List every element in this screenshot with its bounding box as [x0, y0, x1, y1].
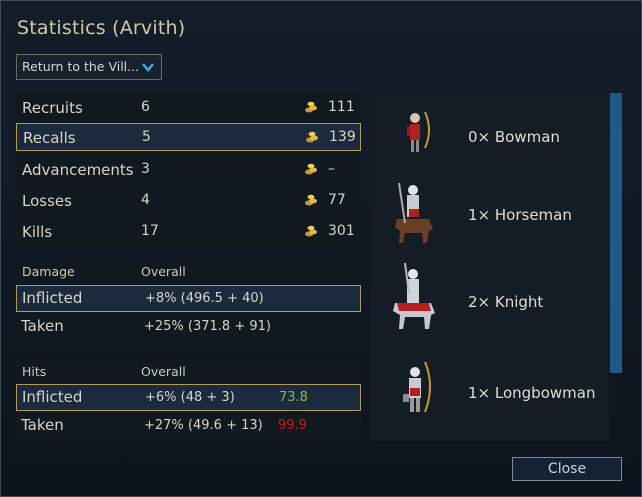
unit-row-knight[interactable]: 2× Knight: [371, 263, 609, 343]
damage-row-taken[interactable]: Taken +25% (371.8 + 91): [16, 314, 361, 341]
chevron-down-icon: [142, 63, 154, 72]
stats-row-advancements[interactable]: Advancements 3 –: [16, 156, 361, 184]
stat-count: 17: [141, 223, 159, 239]
knight-sprite-icon: [393, 263, 435, 329]
summary-stats-panel: Recruits 6 111 Recalls 5 139 Advancement…: [16, 93, 361, 248]
gold-icon: [305, 225, 317, 237]
unit-name: 0× Bowman: [468, 128, 560, 146]
hits-taken-expected: 99.9: [278, 418, 307, 433]
gold-icon: [305, 101, 317, 113]
gold-icon: [306, 131, 318, 143]
stat-gold: 111: [328, 99, 355, 115]
damage-taken-value: +25% (371.8 + 91): [144, 319, 271, 334]
hits-row-inflicted[interactable]: Inflicted +6% (48 + 3) 73.8: [16, 384, 361, 411]
damage-inflicted-value: +8% (496.5 + 40): [145, 291, 264, 306]
hits-header: Hits: [22, 364, 47, 379]
stat-count: 4: [141, 192, 150, 208]
stat-label: Kills: [22, 223, 53, 241]
bowman-sprite-icon: [407, 111, 430, 152]
gold-icon: [305, 194, 317, 206]
hits-inflicted-label: Inflicted: [22, 388, 83, 406]
hits-taken-value: +27% (49.6 + 13): [144, 418, 263, 433]
scenario-dropdown[interactable]: Return to the Vill...: [16, 54, 162, 80]
stat-gold: –: [328, 161, 335, 177]
hits-inflicted-expected: 73.8: [279, 390, 308, 405]
damage-taken-label: Taken: [21, 317, 64, 335]
stat-gold: 139: [329, 129, 356, 145]
unit-name: 1× Horseman: [468, 206, 572, 224]
units-scrollbar[interactable]: [610, 93, 622, 373]
stat-label: Recruits: [22, 99, 83, 117]
unit-name: 2× Knight: [468, 293, 544, 311]
stat-gold: 77: [328, 192, 346, 208]
damage-column-header: Overall: [141, 264, 186, 279]
damage-row-inflicted[interactable]: Inflicted +8% (496.5 + 40): [16, 285, 361, 312]
units-list: 0× Bowman 1× Horseman 2× Knight 1× Longb…: [371, 93, 609, 441]
hits-row-taken[interactable]: Taken +27% (49.6 + 13) 99.9: [16, 413, 361, 440]
unit-row-horseman[interactable]: 1× Horseman: [371, 179, 609, 259]
longbowman-sprite-icon: [403, 361, 431, 413]
damage-panel: Damage Overall Inflicted +8% (496.5 + 40…: [16, 260, 361, 338]
stats-row-kills[interactable]: Kills 17 301: [16, 218, 361, 246]
hits-taken-label: Taken: [21, 416, 64, 434]
close-button[interactable]: Close: [512, 457, 622, 481]
stat-count: 3: [141, 161, 150, 177]
hits-column-header: Overall: [141, 364, 186, 379]
damage-inflicted-label: Inflicted: [22, 289, 83, 307]
stat-label: Losses: [22, 192, 72, 210]
stat-label: Recalls: [23, 129, 76, 147]
unit-row-longbowman[interactable]: 1× Longbowman: [371, 358, 609, 438]
gold-icon: [305, 163, 317, 175]
stat-label: Advancements: [22, 161, 134, 179]
scenario-dropdown-value: Return to the Vill...: [22, 59, 140, 74]
statistics-dialog: Statistics (Arvith) Return to the Vill..…: [0, 0, 642, 497]
stat-count: 6: [141, 99, 150, 115]
horseman-sprite-icon: [395, 182, 433, 243]
stat-count: 5: [142, 129, 151, 145]
stats-row-losses[interactable]: Losses 4 77: [16, 187, 361, 215]
unit-row-bowman[interactable]: 0× Bowman: [371, 98, 609, 178]
stats-row-recruits[interactable]: Recruits 6 111: [16, 94, 361, 122]
stat-gold: 301: [328, 223, 355, 239]
damage-header: Damage: [22, 264, 75, 279]
unit-name: 1× Longbowman: [468, 384, 596, 402]
hits-panel: Hits Overall Inflicted +6% (48 + 3) 73.8…: [16, 360, 361, 441]
stats-row-recalls[interactable]: Recalls 5 139: [16, 123, 361, 151]
hits-inflicted-value: +6% (48 + 3): [145, 390, 235, 405]
dialog-title: Statistics (Arvith): [17, 17, 186, 39]
